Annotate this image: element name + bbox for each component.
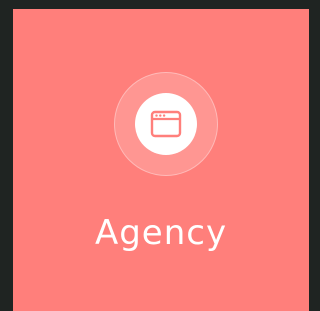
browser-window-icon xyxy=(150,110,182,138)
icon-badge xyxy=(135,93,197,155)
agency-card[interactable]: Agency xyxy=(13,9,309,311)
page-frame: Agency xyxy=(0,0,309,311)
icon-halo xyxy=(114,72,218,176)
card-title: Agency xyxy=(94,213,228,253)
